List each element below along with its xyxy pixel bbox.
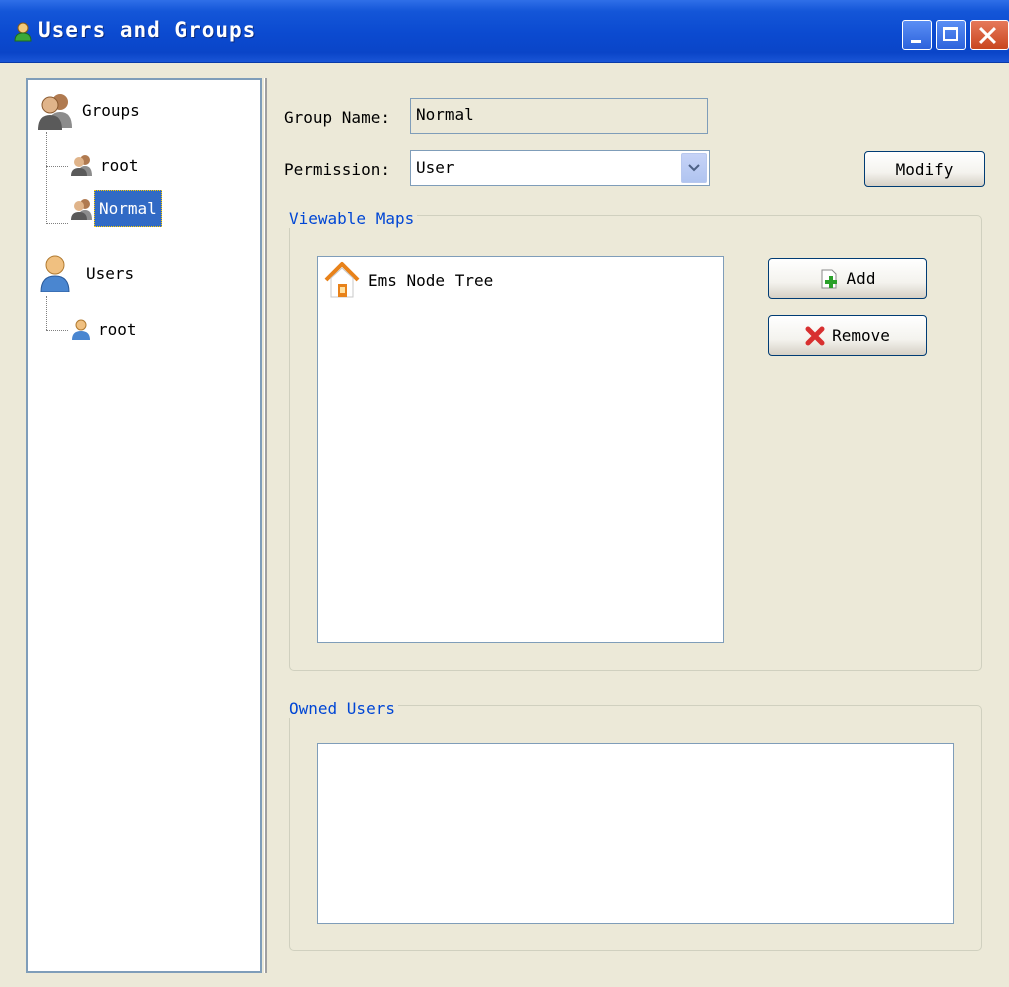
remove-label: Remove: [832, 326, 890, 345]
permission-dropdown[interactable]: User: [410, 150, 710, 186]
tree-node-user-root[interactable]: root: [70, 318, 137, 340]
tree-node-group-normal[interactable]: Normal: [70, 190, 162, 227]
viewable-maps-list[interactable]: Ems Node Tree: [317, 256, 724, 643]
group-name-value: Normal: [416, 105, 474, 124]
tree-node-groups[interactable]: Groups: [36, 90, 140, 130]
owned-users-list[interactable]: [317, 743, 954, 924]
title-bar[interactable]: Users and Groups: [0, 0, 1009, 63]
window-title: Users and Groups: [38, 18, 257, 42]
add-icon: [821, 269, 837, 288]
tree-connector: [46, 296, 47, 330]
user-icon: [14, 22, 32, 42]
group-user-tree[interactable]: Groups root Normal Users root: [26, 78, 262, 973]
panel-splitter[interactable]: [264, 78, 267, 973]
tree-node-users[interactable]: Users: [38, 254, 134, 292]
tree-label: root: [100, 155, 139, 175]
group-name-field[interactable]: Normal: [410, 98, 708, 134]
tree-connector: [46, 330, 68, 331]
list-item-label: Ems Node Tree: [368, 270, 494, 290]
group-name-label: Group Name:: [284, 108, 390, 127]
close-icon[interactable]: [970, 20, 1009, 50]
chevron-down-icon[interactable]: [681, 153, 707, 183]
modify-label: Modify: [895, 159, 954, 179]
permission-label: Permission:: [284, 160, 390, 179]
tree-connector: [46, 132, 47, 224]
tree-connector: [46, 166, 68, 167]
permission-value: User: [416, 158, 455, 177]
users-icon: [40, 255, 70, 292]
users-and-groups-window: Users and Groups Groups root Normal User…: [0, 0, 1009, 987]
add-button[interactable]: Add: [768, 258, 927, 299]
owned-users-title: Owned Users: [286, 699, 398, 718]
user-icon: [72, 319, 90, 340]
groups-icon: [38, 94, 72, 130]
tree-connector: [46, 223, 68, 224]
viewable-maps-title: Viewable Maps: [286, 209, 418, 228]
tree-label: root: [98, 319, 137, 339]
remove-button[interactable]: Remove: [768, 315, 927, 356]
tree-label-groups: Groups: [82, 100, 140, 120]
maximize-icon[interactable]: [936, 20, 966, 50]
remove-icon: [805, 326, 825, 345]
list-item[interactable]: Ems Node Tree: [324, 261, 493, 299]
group-icon: [71, 198, 92, 220]
minimize-icon[interactable]: [902, 20, 932, 50]
add-label: Add: [846, 269, 876, 288]
tree-label: Normal: [94, 190, 162, 227]
group-icon: [71, 155, 92, 176]
tree-node-group-root[interactable]: root: [70, 154, 139, 176]
modify-button[interactable]: Modify: [864, 151, 985, 187]
home-icon: [324, 262, 360, 298]
tree-label-users: Users: [86, 263, 135, 283]
